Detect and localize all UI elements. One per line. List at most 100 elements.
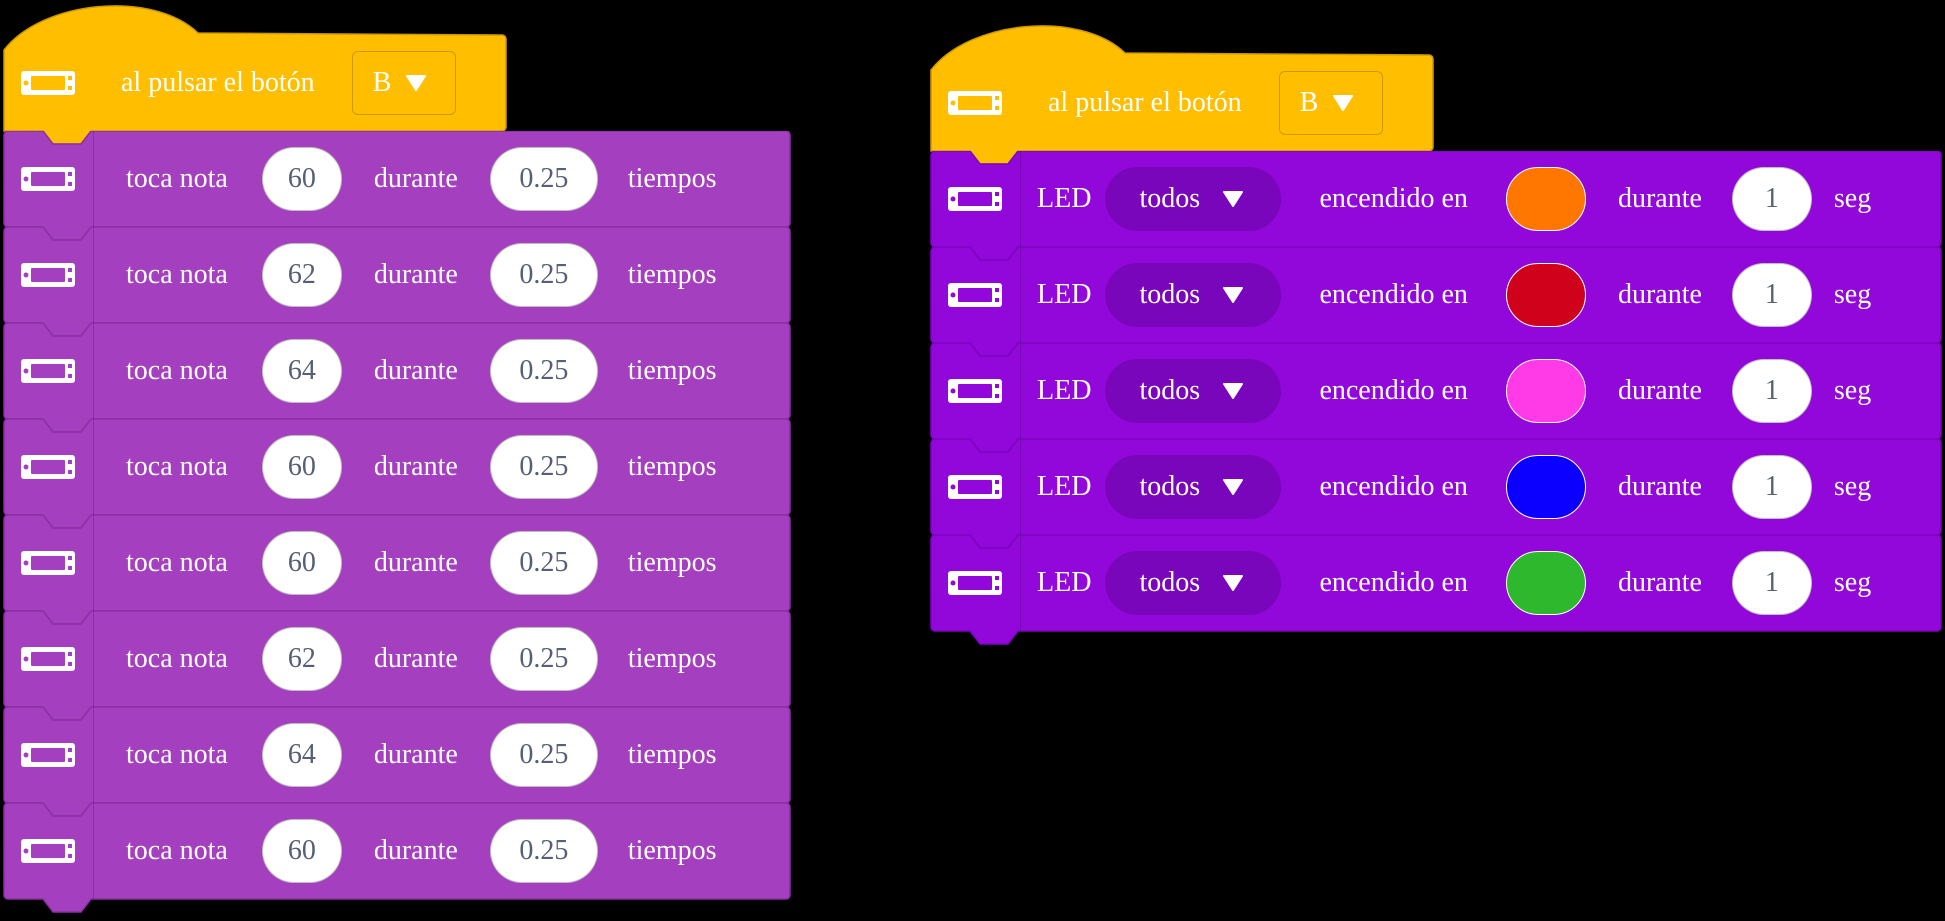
- color-swatch[interactable]: [1505, 359, 1586, 423]
- note-input[interactable]: 60: [261, 819, 342, 883]
- led-target-value: todos: [1139, 471, 1201, 502]
- play-note-block[interactable]: toca nota 62 durante 0.25 tiempos: [3, 611, 793, 721]
- block-separator: [93, 131, 94, 227]
- during-label: durante: [373, 547, 458, 578]
- color-swatch[interactable]: [1505, 551, 1586, 615]
- note-input[interactable]: 64: [261, 339, 342, 403]
- microbit-icon: [21, 743, 75, 767]
- play-note-block[interactable]: toca nota 60 durante 0.25 tiempos: [3, 419, 793, 529]
- during-label: durante: [373, 355, 458, 386]
- seconds-unit-label: seg: [1833, 375, 1872, 406]
- note-input[interactable]: 60: [261, 435, 342, 499]
- microbit-icon: [21, 839, 75, 863]
- block-separator: [93, 419, 94, 515]
- block-separator: [93, 803, 94, 899]
- seconds-unit-label: seg: [1833, 279, 1872, 310]
- led-color-block[interactable]: LED todos encendido en durante 1 seg: [930, 343, 1945, 453]
- block-separator: [1020, 151, 1021, 247]
- color-swatch[interactable]: [1505, 455, 1586, 519]
- microbit-icon: [948, 283, 1002, 307]
- block-separator: [1020, 439, 1021, 535]
- led-target-dropdown[interactable]: todos: [1105, 359, 1282, 423]
- led-color-block[interactable]: LED todos encendido en durante 1 seg: [930, 247, 1945, 357]
- block-separator: [93, 323, 94, 419]
- block-separator: [1020, 535, 1021, 631]
- play-note-block[interactable]: toca nota 60 durante 0.25 tiempos: [3, 803, 793, 913]
- button-select-dropdown[interactable]: B: [1278, 71, 1383, 135]
- during-label: durante: [1617, 375, 1702, 406]
- right-script[interactable]: al pulsar el botón B LED todos encendido…: [930, 20, 1945, 645]
- beats-input[interactable]: 0.25: [489, 531, 598, 595]
- block-separator: [93, 515, 94, 611]
- play-note-block[interactable]: toca nota 64 durante 0.25 tiempos: [3, 707, 793, 817]
- color-swatch[interactable]: [1505, 263, 1586, 327]
- led-label: LED: [1037, 567, 1092, 598]
- beats-unit-label: tiempos: [627, 643, 717, 674]
- during-label: durante: [1617, 183, 1702, 214]
- block-separator: [93, 227, 94, 323]
- seconds-input[interactable]: 1: [1731, 167, 1812, 231]
- lit-in-label: encendido en: [1319, 471, 1468, 502]
- when-button-pressed-hat[interactable]: al pulsar el botón B: [3, 5, 793, 145]
- lit-in-label: encendido en: [1319, 375, 1468, 406]
- led-target-dropdown[interactable]: todos: [1105, 551, 1282, 615]
- beats-unit-label: tiempos: [627, 355, 717, 386]
- seconds-input[interactable]: 1: [1731, 551, 1812, 615]
- chevron-down-icon: [1223, 575, 1244, 591]
- beats-input[interactable]: 0.25: [489, 819, 598, 883]
- when-button-pressed-hat[interactable]: al pulsar el botón B: [930, 25, 1945, 165]
- seconds-unit-label: seg: [1833, 471, 1872, 502]
- led-color-block[interactable]: LED todos encendido en durante 1 seg: [930, 439, 1945, 549]
- color-swatch[interactable]: [1505, 167, 1586, 231]
- play-note-label: toca nota: [126, 163, 228, 194]
- block-separator: [1020, 343, 1021, 439]
- button-select-dropdown[interactable]: B: [351, 51, 456, 115]
- beats-input[interactable]: 0.25: [489, 435, 598, 499]
- led-target-dropdown[interactable]: todos: [1105, 455, 1282, 519]
- note-input[interactable]: 62: [261, 627, 342, 691]
- lit-in-label: encendido en: [1319, 183, 1468, 214]
- led-target-value: todos: [1139, 279, 1201, 310]
- during-label: durante: [1617, 279, 1702, 310]
- microbit-icon: [21, 455, 75, 479]
- led-color-block[interactable]: LED todos encendido en durante 1 seg: [930, 151, 1945, 261]
- seconds-input[interactable]: 1: [1731, 455, 1812, 519]
- seconds-input[interactable]: 1: [1731, 263, 1812, 327]
- hat-label: al pulsar el botón: [121, 67, 315, 98]
- during-label: durante: [373, 643, 458, 674]
- beats-input[interactable]: 0.25: [489, 147, 598, 211]
- beats-input[interactable]: 0.25: [489, 723, 598, 787]
- play-note-label: toca nota: [126, 643, 228, 674]
- play-note-label: toca nota: [126, 835, 228, 866]
- note-input[interactable]: 64: [261, 723, 342, 787]
- seconds-input[interactable]: 1: [1731, 359, 1812, 423]
- microbit-icon: [948, 475, 1002, 499]
- note-input[interactable]: 62: [261, 243, 342, 307]
- led-label: LED: [1037, 471, 1092, 502]
- block-separator: [93, 707, 94, 803]
- led-target-dropdown[interactable]: todos: [1105, 167, 1282, 231]
- play-note-block[interactable]: toca nota 60 durante 0.25 tiempos: [3, 131, 793, 241]
- microbit-icon: [21, 263, 75, 287]
- chevron-down-icon: [1223, 287, 1244, 303]
- block-separator: [1020, 247, 1021, 343]
- note-input[interactable]: 60: [261, 147, 342, 211]
- chevron-down-icon: [406, 75, 427, 91]
- play-note-block[interactable]: toca nota 64 durante 0.25 tiempos: [3, 323, 793, 433]
- beats-input[interactable]: 0.25: [489, 339, 598, 403]
- play-note-block[interactable]: toca nota 62 durante 0.25 tiempos: [3, 227, 793, 337]
- led-target-dropdown[interactable]: todos: [1105, 263, 1282, 327]
- chevron-down-icon: [1333, 95, 1354, 111]
- led-target-value: todos: [1139, 183, 1201, 214]
- beats-unit-label: tiempos: [627, 739, 717, 770]
- play-note-block[interactable]: toca nota 60 durante 0.25 tiempos: [3, 515, 793, 625]
- microbit-icon: [21, 647, 75, 671]
- led-color-block[interactable]: LED todos encendido en durante 1 seg: [930, 535, 1945, 645]
- note-input[interactable]: 60: [261, 531, 342, 595]
- left-script[interactable]: al pulsar el botón B toca nota 60 durant…: [3, 0, 793, 913]
- button-select-value: B: [1299, 87, 1319, 118]
- play-note-label: toca nota: [126, 355, 228, 386]
- lit-in-label: encendido en: [1319, 567, 1468, 598]
- beats-input[interactable]: 0.25: [489, 627, 598, 691]
- beats-input[interactable]: 0.25: [489, 243, 598, 307]
